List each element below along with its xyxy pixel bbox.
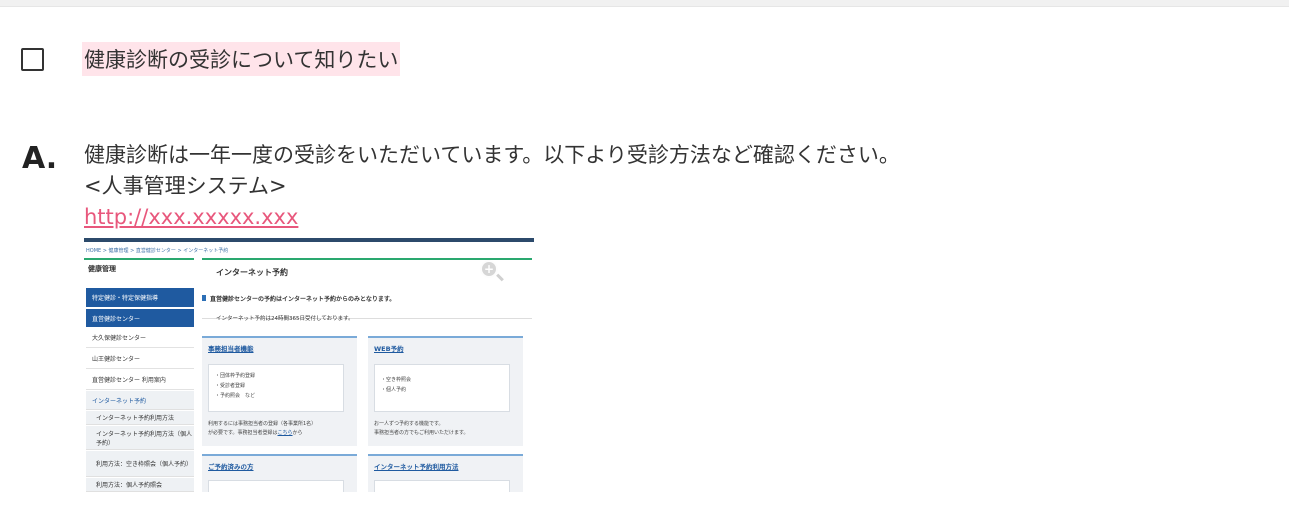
screenshot-subtext: インターネット予約は24時間365日受付しております。: [216, 316, 354, 322]
card-note-2a: が必要です。事務担当者登録は: [208, 430, 278, 436]
answer-line-1: 健康診断は一年一度の受診をいただいています。以下より受診方法など確認ください。: [84, 143, 900, 167]
faq-question[interactable]: 健康診断の受診について知りたい: [21, 42, 401, 76]
question-checkbox[interactable]: [21, 47, 44, 71]
card-reserved: ご予約済みの方: [202, 454, 357, 492]
screenshot-header-bar: [84, 238, 534, 242]
card-list: ・団体枠予約登録 ・受診者登録 ・予約照会 など: [208, 364, 344, 412]
sidebar-item: 特定健診・特定保健指導: [86, 288, 194, 307]
answer-body: 健康診断は一年一度の受診をいただいています。以下より受診方法など確認ください。 …: [84, 140, 1234, 233]
screenshot-breadcrumb: HOME > 健康管理 > 直営健診センター > インターネット予約: [86, 248, 229, 254]
screenshot-sidebar: 健康管理 特定健診・特定保健指導 直営健診センター 大久保健診センター 山王健診…: [84, 258, 194, 492]
sidebar-item: インターネット予約: [86, 391, 194, 410]
card-note-2: 事務担当者の方でもご利用いただけます。: [374, 430, 469, 436]
embedded-screenshot[interactable]: HOME > 健康管理 > 直営健診センター > インターネット予約 健康管理 …: [84, 238, 534, 492]
sidebar-item: 直営健診センター 利用案内: [86, 370, 194, 390]
card-note-link: こちら: [277, 430, 293, 436]
sidebar-subitem: 利用方法：個人予約照会: [86, 478, 194, 492]
card-list-item: ・受診者登録: [215, 383, 246, 389]
card-note-2: が必要です。事務担当者登録はこちらから: [208, 429, 303, 437]
sidebar-heading: 健康管理: [84, 258, 194, 276]
card-note: お一人ずつ予約する機能です。: [374, 421, 444, 427]
card-list-item: ・個人予約: [381, 387, 407, 393]
card-title: インターネット予約利用方法: [374, 463, 459, 471]
card-list: [208, 480, 344, 492]
notice-marker: [202, 295, 206, 301]
screenshot-notice: 直営健診センターの予約はインターネット予約からのみとなります。: [210, 296, 396, 303]
sidebar-subitem: インターネット予約利用方法（個人予約）: [86, 426, 194, 450]
card-list-item: ・予約照会 など: [215, 393, 256, 399]
card-title: WEB予約: [374, 345, 404, 353]
card-howto: インターネット予約利用方法: [368, 454, 523, 492]
card-list-item: ・団体枠予約登録: [215, 373, 256, 379]
card-list: ・空き枠照会 ・個人予約: [374, 364, 510, 412]
card-note-2b: から: [292, 430, 303, 436]
answer-label: A.: [22, 141, 58, 176]
sidebar-subitem: 利用方法：空き枠照会（個人予約）: [86, 451, 194, 477]
screenshot-main: インターネット予約 + 直営健診センターの予約はインターネット予約からのみとなり…: [202, 258, 532, 492]
sidebar-item: 直営健診センター: [86, 309, 194, 327]
sidebar-item: 山王健診センター: [86, 349, 194, 369]
sidebar-item: 大久保健診センター: [86, 328, 194, 348]
card-web: WEB予約 ・空き枠照会 ・個人予約 お一人ずつ予約する機能です。 事務担当者の…: [368, 336, 523, 446]
zoom-in-icon[interactable]: +: [480, 260, 498, 278]
top-divider: [0, 0, 1289, 7]
card-note: 利用するには事務担当者の登録（各事業所1名）: [208, 421, 317, 427]
answer-line-2: <人事管理システム>: [84, 174, 287, 198]
sidebar-subitem: インターネット予約利用方法: [86, 411, 194, 425]
card-title: 事務担当者機能: [208, 345, 254, 353]
answer-link[interactable]: http://xxx.xxxxx.xxx: [84, 202, 298, 233]
card-list: [374, 480, 510, 492]
card-admin: 事務担当者機能 ・団体枠予約登録 ・受診者登録 ・予約照会 など 利用するには事…: [202, 336, 357, 446]
card-list-item: ・空き枠照会: [381, 377, 412, 383]
card-title: ご予約済みの方: [208, 463, 254, 471]
question-text[interactable]: 健康診断の受診について知りたい: [82, 42, 401, 76]
